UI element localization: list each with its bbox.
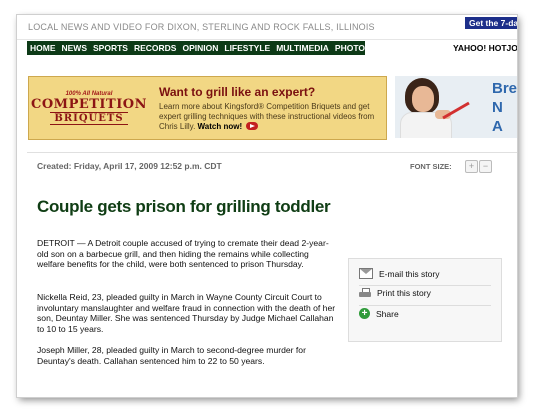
plus-icon: +: [359, 308, 370, 319]
article-paragraph-1: DETROIT — A Detroit couple accused of tr…: [37, 238, 329, 270]
printer-icon: [359, 288, 371, 298]
nav-records[interactable]: RECORDS: [131, 43, 180, 53]
side-ad-line-1: Bre: [492, 80, 517, 97]
email-story-link[interactable]: E-mail this story: [359, 268, 439, 279]
face-shape: [412, 86, 434, 112]
yahoo-hotjobs-link[interactable]: YAHOO! HOTJO: [453, 43, 517, 53]
article-headline: Couple gets prison for grilling toddler: [37, 197, 331, 216]
share-divider: [359, 285, 491, 286]
share-box: E-mail this story Print this story + Sha…: [348, 258, 502, 342]
font-decrease-button[interactable]: −: [479, 160, 492, 173]
envelope-icon: [359, 268, 373, 279]
created-timestamp: Created: Friday, April 17, 2009 12:52 p.…: [37, 161, 222, 171]
email-story-label: E-mail this story: [379, 268, 440, 279]
share-label: Share: [376, 308, 399, 319]
site-tagline: LOCAL NEWS AND VIDEO FOR DIXON, STERLING…: [28, 22, 375, 32]
ad-cta[interactable]: Watch now!: [198, 122, 243, 131]
top-bar: LOCAL NEWS AND VIDEO FOR DIXON, STERLING…: [17, 15, 517, 40]
share-divider: [359, 305, 491, 306]
nav-multimedia[interactable]: MULTIMEDIA: [273, 43, 332, 53]
side-ad-text: Bre N A: [492, 79, 517, 136]
side-ad-line-2: N: [492, 99, 503, 116]
nav-news[interactable]: NEWS: [59, 43, 91, 53]
ad-headline: Want to grill like an expert?: [159, 84, 316, 99]
content-divider: [27, 152, 517, 153]
share-link[interactable]: + Share: [359, 308, 399, 319]
article-paragraph-3: Joseph Miller, 28, pleaded guilty in Mar…: [37, 345, 306, 366]
logo-sub-text: BRIQUETS: [50, 112, 128, 125]
subscription-promo-link[interactable]: Get the 7-da: [465, 17, 517, 29]
side-ad[interactable]: Bre N A: [395, 76, 517, 138]
browser-frame: LOCAL NEWS AND VIDEO FOR DIXON, STERLING…: [17, 15, 517, 397]
ad-body-text: Learn more about Kingsford® Competition …: [159, 101, 375, 131]
nav-photos[interactable]: PHOTOS: [332, 43, 374, 53]
print-story-link[interactable]: Print this story: [359, 288, 431, 298]
ad-band: 100% All Natural COMPETITION BRIQUETS Wa…: [17, 59, 517, 149]
competition-briquets-logo: 100% All Natural COMPETITION BRIQUETS: [29, 77, 149, 139]
main-nav: HOME NEWS SPORTS RECORDS OPINION LIFESTY…: [27, 41, 371, 55]
kingsford-banner-ad[interactable]: 100% All Natural COMPETITION BRIQUETS Wa…: [28, 76, 387, 140]
nav-sports[interactable]: SPORTS: [90, 43, 131, 53]
font-increase-button[interactable]: +: [465, 160, 478, 173]
play-icon[interactable]: [246, 122, 259, 131]
font-size-label: FONT SIZE:: [410, 162, 452, 171]
logo-main-text: COMPETITION: [31, 97, 147, 112]
nav-opinion[interactable]: OPINION: [179, 43, 221, 53]
print-story-label: Print this story: [377, 288, 431, 298]
side-ad-line-3: A: [492, 118, 503, 135]
nav-home[interactable]: HOME: [27, 43, 59, 53]
ad-body: Learn more about Kingsford® Competition …: [159, 102, 386, 132]
ad-copy: Want to grill like an expert? Learn more…: [149, 85, 386, 132]
article-paragraph-2: Nickella Reid, 23, pleaded guilty in Mar…: [37, 292, 336, 334]
nav-lifestyle[interactable]: LIFESTYLE: [221, 43, 273, 53]
